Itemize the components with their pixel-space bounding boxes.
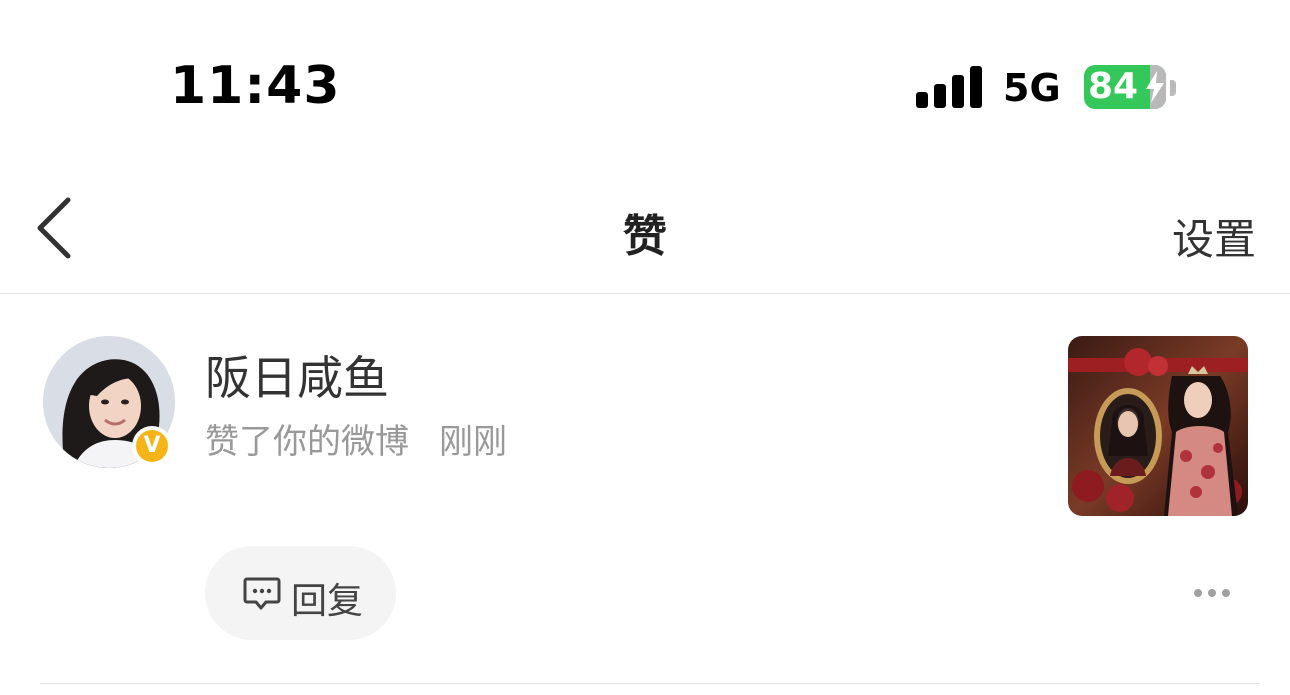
post-thumbnail-image — [1068, 336, 1248, 516]
verified-badge: V — [132, 426, 172, 466]
reply-button[interactable]: 回复 — [205, 546, 396, 640]
item-divider — [40, 683, 1260, 684]
battery-cap — [1170, 80, 1176, 96]
charging-bolt-icon — [1146, 71, 1164, 103]
like-notification-item[interactable]: V 阪日咸鱼 赞了你的微博 刚刚 回复 — [0, 294, 1290, 684]
battery-level: 84 — [1088, 66, 1139, 107]
more-button[interactable] — [1190, 584, 1234, 604]
status-bar: 11:43 5G 84 — [0, 0, 1290, 150]
nav-bar: 赞 设置 — [0, 170, 1290, 294]
action-line: 赞了你的微博 刚刚 — [205, 414, 507, 463]
time-ago: 刚刚 — [439, 422, 507, 462]
settings-button[interactable]: 设置 — [1172, 206, 1256, 267]
cellular-signal-icon — [916, 66, 982, 108]
status-time: 11:43 — [170, 56, 341, 116]
post-thumbnail[interactable] — [1068, 336, 1248, 516]
network-type: 5G — [1003, 66, 1061, 110]
reply-label: 回复 — [291, 581, 364, 622]
battery-icon: 84 — [1084, 65, 1166, 109]
username[interactable]: 阪日咸鱼 — [205, 342, 389, 408]
page-title: 赞 — [623, 211, 667, 262]
comment-icon — [243, 577, 281, 610]
action-text: 赞了你的微博 — [205, 422, 409, 462]
verified-v-icon: V — [136, 430, 168, 462]
